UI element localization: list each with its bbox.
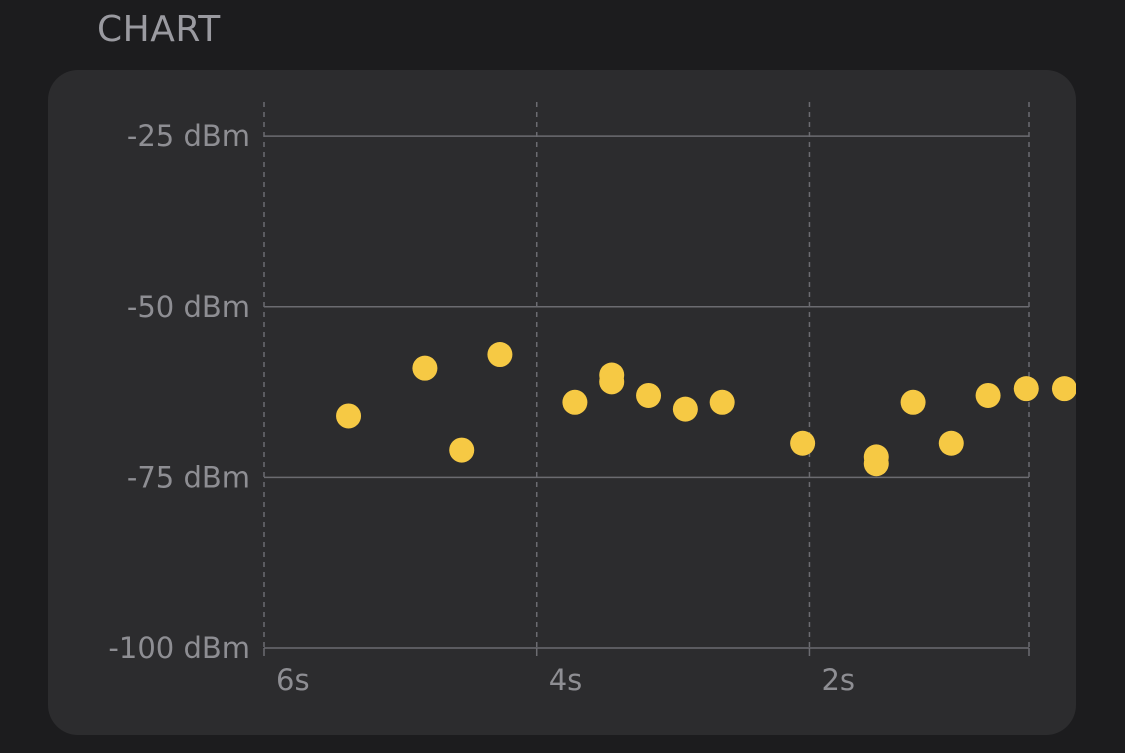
data-point — [672, 396, 698, 422]
y-tick-label: -100 dBm — [108, 631, 250, 665]
data-point — [938, 430, 964, 456]
data-point — [790, 430, 816, 456]
x-axis-tick-labels: 6s 4s 2s — [276, 663, 855, 697]
data-point — [449, 437, 475, 463]
y-tick-label: -50 dBm — [127, 290, 250, 324]
chart-card: -25 dBm -50 dBm -75 dBm -100 dBm 6s 4s 2s — [48, 70, 1076, 735]
grid-lines — [263, 102, 1030, 656]
data-point — [412, 355, 438, 381]
scatter-chart: -25 dBm -50 dBm -75 dBm -100 dBm 6s 4s 2s — [108, 102, 1076, 697]
data-point — [1013, 376, 1039, 402]
data-points — [336, 342, 1076, 477]
section-header: CHART — [97, 9, 221, 50]
data-point — [863, 451, 889, 477]
data-point — [599, 369, 625, 395]
x-tick-label: 2s — [821, 663, 855, 697]
y-axis-tick-labels: -25 dBm -50 dBm -75 dBm -100 dBm — [108, 119, 250, 665]
data-point — [900, 389, 926, 415]
data-point — [636, 382, 662, 408]
y-tick-label: -75 dBm — [127, 460, 250, 494]
data-point — [487, 342, 513, 368]
data-point — [1051, 376, 1076, 402]
data-point — [336, 403, 362, 429]
data-point — [975, 382, 1001, 408]
x-tick-label: 4s — [549, 663, 583, 697]
data-point — [562, 389, 588, 415]
data-point — [709, 389, 735, 415]
x-tick-label: 6s — [276, 663, 310, 697]
y-tick-label: -25 dBm — [127, 119, 250, 153]
